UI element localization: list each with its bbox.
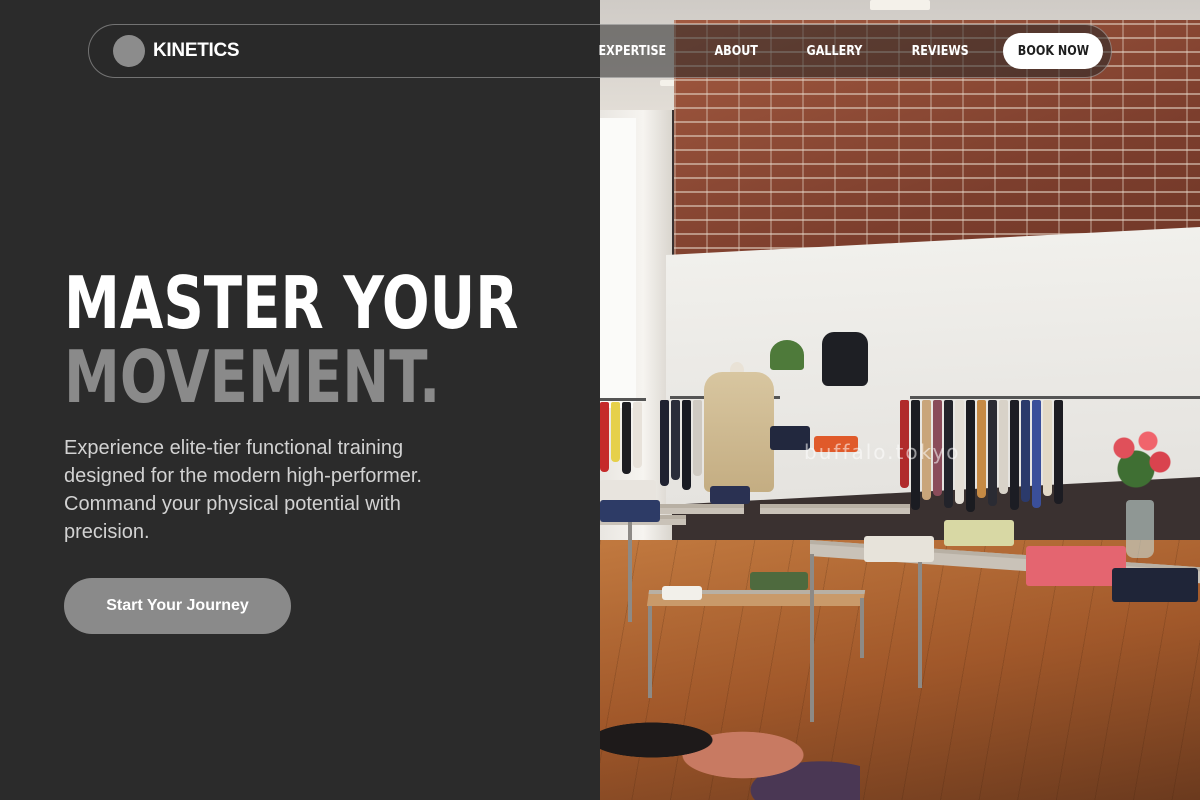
folded-clothes: [864, 536, 934, 562]
table-leg: [810, 554, 814, 722]
image-watermark: buffalo.tokyo: [804, 440, 961, 464]
nav-link-gallery[interactable]: GALLERY: [806, 44, 862, 59]
hanging-clothes: [600, 402, 644, 474]
sneakers: [662, 586, 702, 600]
nav-link-reviews[interactable]: REVIEWS: [911, 44, 968, 59]
nav-links: EXPERTISE ABOUT GALLERY REVIEWS BOOK NOW: [593, 33, 1103, 69]
folded-clothes: [1026, 546, 1126, 586]
brand-name[interactable]: KINETICS: [153, 40, 240, 62]
table-leg: [918, 562, 922, 688]
book-now-button[interactable]: BOOK NOW: [1003, 33, 1103, 69]
clothing-rack: [600, 398, 646, 401]
window: [600, 118, 636, 408]
book-now-label: BOOK NOW: [1017, 43, 1089, 59]
folded-clothes: [750, 572, 808, 590]
logo-circle-icon[interactable]: [113, 35, 145, 67]
mannequin: [704, 372, 774, 492]
foreground-clothes: [600, 700, 860, 800]
folded-clothes: [600, 500, 660, 522]
start-journey-button[interactable]: Start Your Journey: [64, 578, 291, 634]
table-leg: [628, 522, 632, 622]
nav-link-expertise[interactable]: EXPERTISE: [598, 44, 666, 59]
potted-plant: [770, 340, 804, 370]
hero-title: MASTER YOUR MOVEMENT.: [64, 266, 519, 414]
hero-title-line-2: MOVEMENT.: [64, 335, 441, 419]
nav-link-about[interactable]: ABOUT: [715, 44, 758, 59]
table-leg: [648, 606, 652, 698]
navbar: KINETICS EXPERTISE ABOUT GALLERY REVIEWS…: [88, 24, 1112, 78]
clothing-rack: [910, 396, 1200, 399]
backpack: [822, 332, 868, 386]
display-table: [760, 504, 910, 514]
hero-image: buffalo.tokyo: [600, 0, 1200, 800]
display-table: [654, 504, 744, 514]
ceiling-light: [870, 0, 930, 10]
table-leg: [860, 598, 864, 658]
glass-vase: [1126, 500, 1154, 558]
folded-clothes: [1112, 568, 1198, 602]
hero-title-line-1: MASTER YOUR: [64, 261, 519, 345]
flower-bouquet: [1100, 420, 1180, 490]
folded-clothes: [944, 520, 1014, 546]
folded-clothes: [710, 486, 750, 504]
hero-subtitle: Experience elite-tier functional trainin…: [64, 437, 422, 543]
